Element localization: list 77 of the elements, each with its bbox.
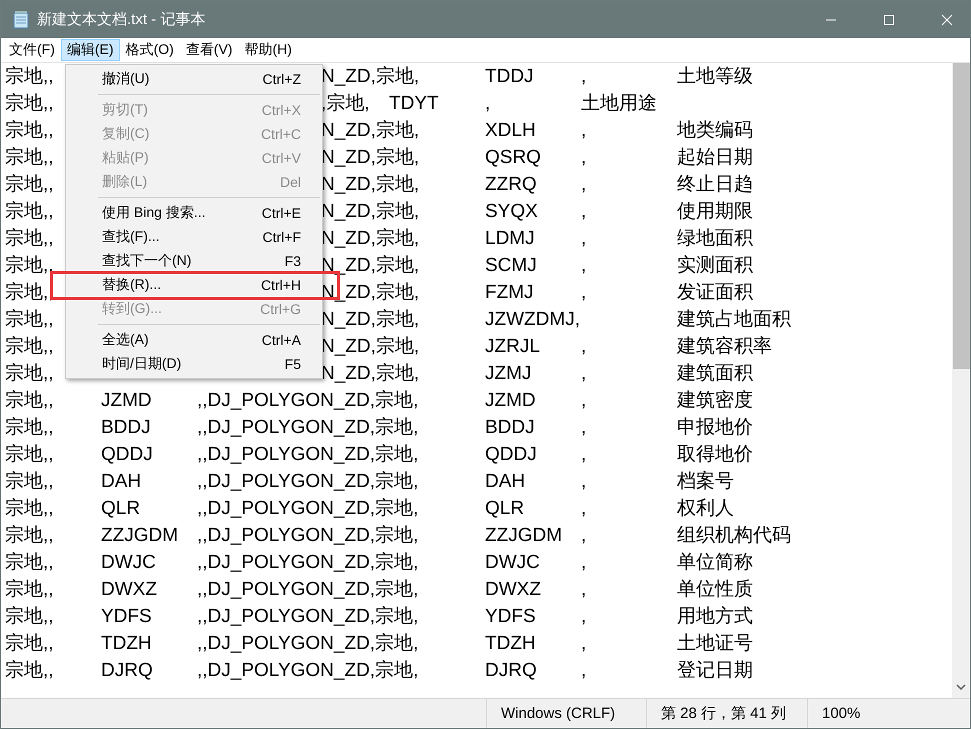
menu-item-label: 转到(G)... bbox=[102, 300, 162, 318]
shortcut-label: F3 bbox=[284, 253, 301, 269]
text-line-start: 宗地,, bbox=[5, 201, 54, 222]
notepad-icon bbox=[13, 10, 29, 28]
text-line: 宗地,, TDZH ,,DJ_POLYGON_ZD,宗地, TDZH , 土地证号 bbox=[5, 633, 753, 654]
text-line-start: 宗地,, bbox=[5, 120, 54, 141]
text-line-end: N_ZD,宗地, TDDJ , 土地等级 bbox=[321, 66, 753, 87]
shortcut-label: Ctrl+F bbox=[262, 229, 301, 245]
shortcut-label: Ctrl+H bbox=[260, 277, 301, 293]
text-line: 宗地,, QLR ,,DJ_POLYGON_ZD,宗地, QLR , 权利人 bbox=[5, 498, 734, 519]
shortcut-label: Ctrl+E bbox=[262, 205, 301, 221]
text-line: 宗地,, ZZJGDM ,,DJ_POLYGON_ZD,宗地, ZZJGDM , 组织机构代码 bbox=[5, 525, 791, 546]
shortcut-label: Ctrl+X bbox=[262, 102, 301, 118]
menu-item-label: 查找下一个(N) bbox=[102, 252, 192, 270]
text-line-start: 宗地,, bbox=[5, 309, 54, 330]
text-line: 宗地,, JZMD ,,DJ_POLYGON_ZD,宗地, JZMD , 建筑密度 bbox=[5, 390, 753, 411]
menu-item[interactable]: 使用 Bing 搜索... Ctrl+E bbox=[66, 201, 322, 225]
shortcut-label: Ctrl+V bbox=[262, 150, 301, 166]
menu-bar-item[interactable]: 查看(V) bbox=[180, 39, 238, 61]
menu-item[interactable]: 撤消(U) Ctrl+Z bbox=[66, 67, 322, 91]
menu-bar-item[interactable]: 格式(O) bbox=[120, 39, 180, 61]
menu-item[interactable]: 时间/日期(D) F5 bbox=[66, 352, 322, 376]
menu-item-label: 删除(L) bbox=[102, 173, 148, 191]
close-icon bbox=[941, 14, 953, 26]
menu-item[interactable]: 查找(F)... Ctrl+F bbox=[66, 225, 322, 249]
menu-bar-item[interactable]: 文件(F) bbox=[3, 39, 61, 61]
text-line-start: 宗地,, bbox=[5, 174, 54, 195]
menu-item-label: 全选(A) bbox=[102, 331, 149, 349]
text-line-end: N_ZD,宗地, ZZRQ , 终止日趋 bbox=[321, 174, 753, 195]
menu-item[interactable]: 替换(R)... Ctrl+H bbox=[66, 273, 322, 297]
menu-item-label: 时间/日期(D) bbox=[102, 355, 182, 373]
shortcut-label: Ctrl+A bbox=[262, 332, 301, 348]
text-line-start: 宗地,, bbox=[5, 66, 54, 87]
scrollbar-thumb[interactable] bbox=[952, 63, 970, 369]
cursor-position-label: 第 28 行，第 41 列 bbox=[646, 699, 807, 728]
window-title: 新建文本文档.txt - 记事本 bbox=[37, 10, 206, 29]
menu-item-label: 剪切(T) bbox=[102, 101, 148, 119]
text-line-end: ,宗地, TDYT , 土地用途 bbox=[321, 93, 657, 114]
menu-bar-item[interactable]: 编辑(E) bbox=[60, 39, 120, 61]
text-line: 宗地,, BDDJ ,,DJ_POLYGON_ZD,宗地, BDDJ , 申报地价 bbox=[5, 417, 753, 438]
shortcut-label: Ctrl+C bbox=[260, 126, 301, 142]
text-line-end: N_ZD,宗地, QSRQ , 起始日期 bbox=[321, 147, 753, 168]
menu-item-label: 撤消(U) bbox=[102, 70, 150, 88]
text-line-start: 宗地,, bbox=[5, 93, 54, 114]
shortcut-label: Ctrl+G bbox=[260, 301, 301, 317]
menu-item-label: 复制(C) bbox=[102, 125, 150, 143]
shortcut-label: F5 bbox=[284, 356, 301, 372]
text-line-start: 宗地,, bbox=[5, 363, 54, 384]
menu-item-label: 使用 Bing 搜索... bbox=[102, 204, 206, 222]
text-line-end: N_ZD,宗地, LDMJ , 绿地面积 bbox=[321, 228, 753, 249]
zoom-label: 100% bbox=[807, 699, 970, 728]
text-line: 宗地,, DWJC ,,DJ_POLYGON_ZD,宗地, DWJC , 单位简称 bbox=[5, 552, 753, 573]
text-line-start: 宗地,, bbox=[5, 147, 54, 168]
text-line-end: N_ZD,宗地, JZMJ , 建筑面积 bbox=[321, 363, 753, 384]
shortcut-label: Ctrl+Z bbox=[262, 71, 301, 87]
maximize-icon bbox=[883, 14, 895, 26]
vertical-scrollbar[interactable] bbox=[952, 63, 970, 698]
text-line: 宗地,, DWXZ ,,DJ_POLYGON_ZD,宗地, DWXZ , 单位性质 bbox=[5, 579, 753, 600]
text-line-end: N_ZD,宗地, XDLH , 地类编码 bbox=[321, 120, 753, 141]
text-line: 宗地,, DJRQ ,,DJ_POLYGON_ZD,宗地, DJRQ , 登记日期 bbox=[5, 660, 753, 681]
menu-item[interactable]: 查找下一个(N) F3 bbox=[66, 249, 322, 273]
menu-item-label: 替换(R)... bbox=[102, 276, 162, 294]
text-line-end: N_ZD,宗地, JZRJL , 建筑容积率 bbox=[321, 336, 772, 357]
menu-item-label: 粘贴(P) bbox=[102, 149, 149, 167]
text-line-end: N_ZD,宗地, SYQX , 使用期限 bbox=[321, 201, 753, 222]
chevron-down-icon[interactable] bbox=[956, 684, 966, 690]
menu-bar-item[interactable]: 帮助(H) bbox=[238, 39, 298, 61]
text-line-end: N_ZD,宗地, JZWZDMJ, 建筑占地面积 bbox=[321, 309, 791, 330]
menu-item[interactable]: 全选(A) Ctrl+A bbox=[66, 328, 322, 352]
menu-item-label: 查找(F)... bbox=[102, 228, 160, 246]
text-line: 宗地,, DAH ,,DJ_POLYGON_ZD,宗地, DAH , 档案号 bbox=[5, 471, 734, 492]
shortcut-label: Del bbox=[280, 174, 301, 190]
line-ending-label: Windows (CRLF) bbox=[486, 699, 646, 728]
text-line-start: 宗地,, bbox=[5, 336, 54, 357]
text-line: 宗地,, QDDJ ,,DJ_POLYGON_ZD,宗地, QDDJ , 取得地价 bbox=[5, 444, 753, 465]
text-line: 宗地,, YDFS ,,DJ_POLYGON_ZD,宗地, YDFS , 用地方式 bbox=[5, 606, 753, 627]
text-line-start: 宗地,, bbox=[5, 228, 54, 249]
